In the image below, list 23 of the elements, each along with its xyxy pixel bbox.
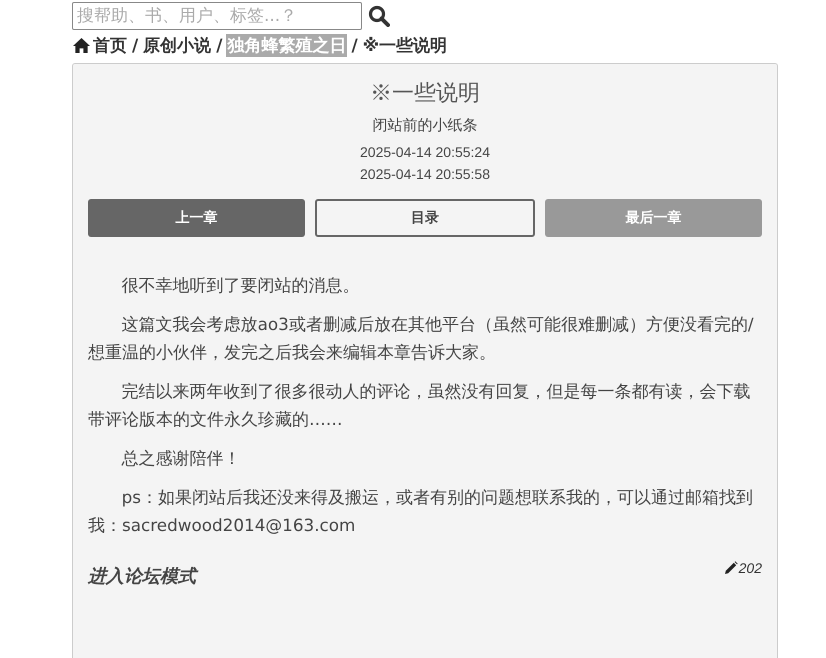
forum-mode-link[interactable]: 进入论坛模式 [88,564,196,588]
breadcrumb-separator: / [216,36,222,56]
edit-count: 202 [738,560,762,576]
paragraph: 完结以来两年收到了很多很动人的评论，虽然没有回复，但是每一条都有读，会下载带评论版本的文件永久珍藏的…… [88,380,752,431]
search-field[interactable]: 搜帮助、书、用户、标签...？ [72,2,362,30]
paragraph: 这篇文我会考虑放ao3或者删减后放在其他平台（虽然可能很难删减）方便没看完的/想重温的小伙伴，发完之后我会来编辑本章告诉大家。 [88,313,754,364]
home-icon [72,37,91,54]
search-icon[interactable] [368,5,390,27]
paragraph: 总之感谢陪伴！ [120,447,242,470]
breadcrumb-separator: / [351,36,358,56]
chapter-nav-button[interactable]: 上一章 [88,199,305,237]
breadcrumb-separator: / [132,36,138,56]
timestamp: 2025-04-14 20:55:58 [360,165,490,184]
chapter-subtitle: 闭站前的小纸条 [372,116,478,135]
paragraph: ps：如果闭站后我还没来得及搬运，或者有别的问题想联系我的，可以通过邮箱找到我：sacredwood2014@163.com [88,486,754,537]
breadcrumb-link[interactable]: 首页 [92,34,128,57]
chapter-title: ※一些说明 [370,79,480,107]
paragraph: 很不幸地听到了要闭站的消息。 [120,274,361,297]
breadcrumb-link[interactable]: 原创小说 [142,34,212,57]
breadcrumb-link[interactable]: ※一些说明 [362,34,448,57]
timestamp: 2025-04-14 20:55:24 [360,143,490,162]
pencil-icon [724,561,738,575]
chapter-nav-button[interactable]: 目录 [314,199,536,237]
